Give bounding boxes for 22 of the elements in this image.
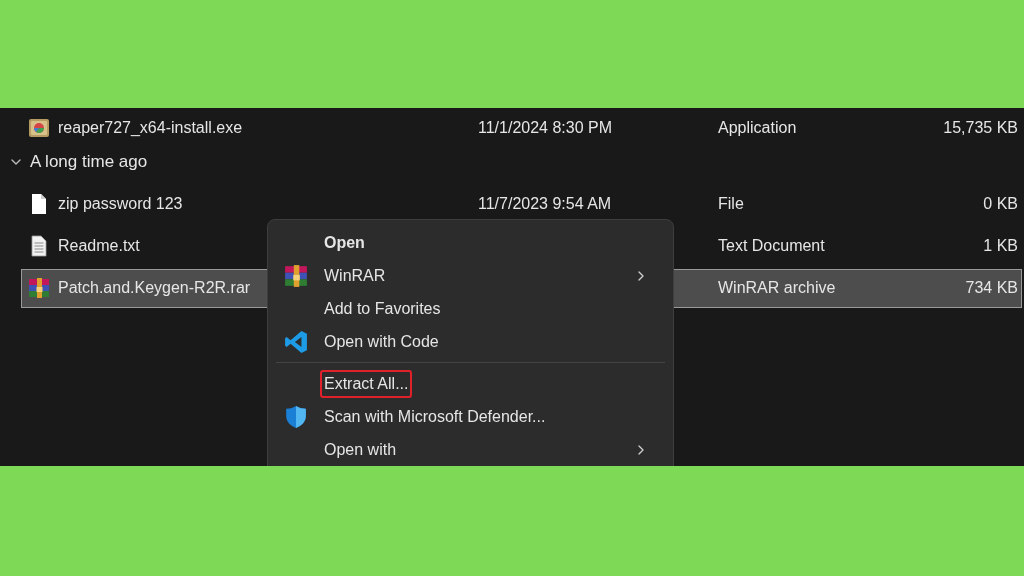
group-header: A long time ago: [30, 151, 148, 174]
file-name: Readme.txt: [58, 236, 140, 256]
file-type: Text Document: [718, 237, 825, 254]
file-name: reaper727_x64-install.exe: [58, 117, 243, 138]
menu-label: Open with: [324, 439, 397, 460]
menu-label: Open: [324, 232, 365, 253]
menu-label: Open with Code: [324, 331, 439, 352]
file-type: Application: [718, 118, 797, 136]
file-type: File: [718, 195, 744, 212]
file-size: 0 KB: [983, 194, 1019, 214]
file-date: 11/7/2023 9:54 AM: [478, 195, 612, 212]
file-type: WinRAR archive: [718, 279, 836, 296]
menu-label: WinRAR: [324, 265, 386, 286]
file-date: 11/1/2024 8:30 PM: [478, 118, 613, 136]
file-name: zip password 123: [58, 194, 183, 214]
file-size: 734 KB: [965, 278, 1019, 298]
file-size: 15,735 KB: [943, 117, 1019, 138]
menu-label: Scan with Microsoft Defender...: [324, 406, 546, 427]
highlighted-menu-label: Extract All...: [320, 369, 413, 398]
menu-label: Add to Favorites: [324, 298, 441, 319]
file-size: 1 KB: [983, 236, 1019, 256]
file-name: Patch.and.Keygen-R2R.rar: [58, 278, 251, 298]
